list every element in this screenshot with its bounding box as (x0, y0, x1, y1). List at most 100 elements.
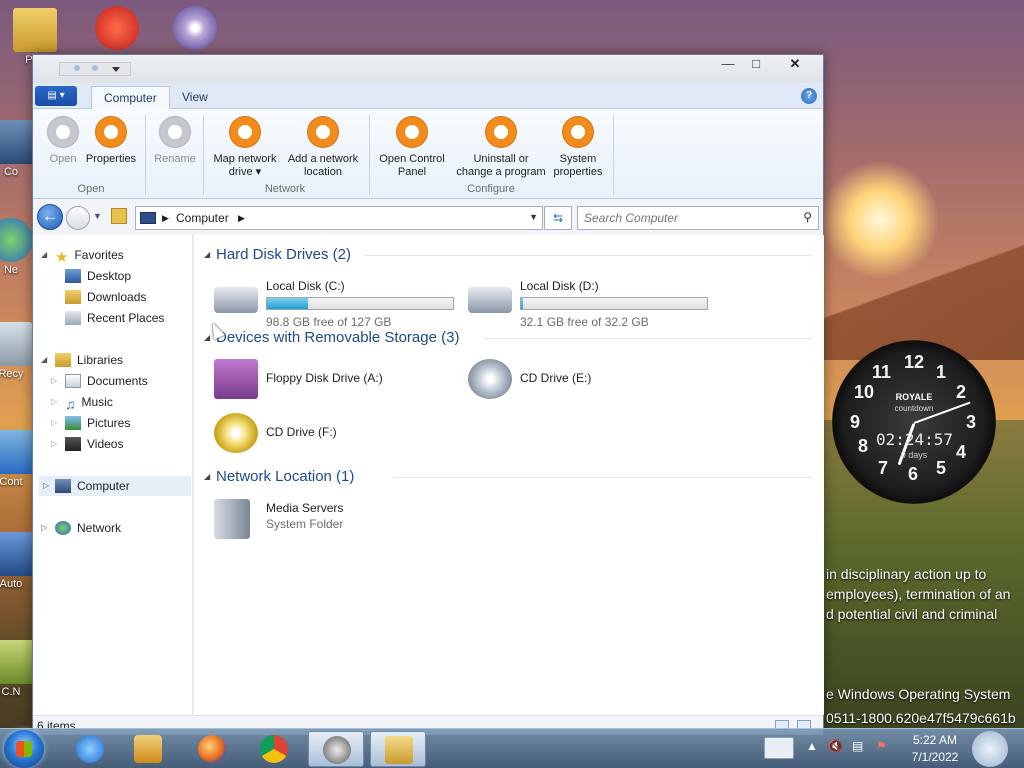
document-icon (0, 640, 33, 684)
recent-locations-icon[interactable]: ▼ (93, 211, 102, 221)
forward-button[interactable] (66, 206, 90, 230)
maximize-button[interactable]: □ (743, 55, 769, 75)
system-properties-button[interactable]: System properties (549, 117, 607, 179)
back-button[interactable]: ← (37, 204, 63, 230)
clock-numeral: 1 (936, 362, 947, 382)
search-box[interactable]: ⚲ (577, 206, 819, 230)
file-menu-button[interactable]: ▤ ▾ (35, 86, 77, 106)
action-center-icon[interactable]: ⚑ (876, 739, 887, 753)
firefox-icon (198, 735, 226, 763)
collapse-arrow-icon[interactable]: ◢ (41, 245, 47, 265)
nav-videos[interactable]: ▷ Videos (51, 434, 123, 454)
hard-drive-icon (468, 287, 512, 313)
address-bar[interactable]: ▶ Computer ▶ ▼ (135, 206, 543, 230)
expand-arrow-icon[interactable]: ▷ (51, 413, 57, 433)
qat-item-icon[interactable] (74, 65, 80, 71)
ribbon-group-network-label: Network (264, 183, 306, 195)
nav-libraries[interactable]: ◢ Libraries (41, 350, 123, 370)
expand-arrow-icon[interactable]: ▷ (51, 434, 57, 454)
add-network-location-button[interactable]: Add a network location (283, 117, 363, 179)
network-status-icon[interactable]: ▤ (852, 739, 863, 753)
open-icon (48, 117, 78, 147)
wallpaper-text-line: d potential civil and criminal (826, 606, 998, 622)
breadcrumb-arrow-icon[interactable]: ▶ (162, 213, 169, 224)
properties-button[interactable]: Properties (83, 117, 139, 166)
refresh-button[interactable]: ⇆ (544, 206, 572, 230)
desktop-icon-ccleaner[interactable] (82, 6, 152, 52)
nav-music[interactable]: ▷ ♫ Music (51, 392, 113, 412)
nav-recent-places[interactable]: Recent Places (65, 308, 164, 328)
collapse-arrow-icon[interactable]: ◢ (204, 333, 210, 342)
breadcrumb-computer[interactable]: Computer (176, 211, 229, 225)
tab-computer[interactable]: Computer (91, 86, 170, 109)
open-button[interactable]: Open (41, 117, 85, 166)
group-header-removable-storage[interactable]: ◢ Devices with Removable Storage (3) (204, 329, 459, 346)
start-button[interactable] (4, 730, 44, 768)
group-header-network-location[interactable]: ◢ Network Location (1) (204, 468, 354, 485)
group-header-hard-disk-drives[interactable]: ◢ Hard Disk Drives (2) (204, 246, 351, 263)
ribbon: Open Properties Open Rename Map network … (33, 109, 823, 199)
expand-arrow-icon[interactable]: ▷ (51, 392, 57, 412)
nav-desktop[interactable]: Desktop (65, 266, 131, 286)
expand-arrow-icon[interactable]: ▷ (51, 371, 57, 391)
taskbar-firefox[interactable] (184, 731, 240, 767)
collapse-arrow-icon[interactable]: ◢ (41, 350, 47, 370)
minimize-button[interactable]: — (715, 55, 741, 75)
drive-local-disk-d[interactable]: Local Disk (D:) 32.1 GB free of 32.2 GB (468, 279, 718, 329)
map-network-drive-button[interactable]: Map network drive ▾ (207, 117, 283, 179)
raccoon-app-icon (323, 736, 351, 764)
drive-local-disk-c[interactable]: Local Disk (C:) 98.8 GB free of 127 GB (214, 279, 464, 329)
tab-view[interactable]: View (170, 86, 220, 109)
qat-dropdown-icon[interactable] (112, 67, 120, 72)
nav-downloads[interactable]: Downloads (65, 287, 146, 307)
add-network-location-label2: location (304, 166, 342, 178)
volume-muted-icon[interactable]: 🔇 (828, 739, 843, 753)
help-icon[interactable]: ? (801, 88, 817, 104)
open-control-panel-button[interactable]: Open Control Panel (373, 117, 451, 179)
rename-button[interactable]: Rename (149, 117, 201, 166)
drive-cd-f[interactable]: CD Drive (F:) (214, 413, 464, 457)
documents-icon (65, 374, 81, 388)
clock-countdown-time: 02:24:57 (876, 430, 954, 449)
breadcrumb-arrow-icon[interactable]: ▶ (238, 213, 245, 224)
drive-floppy-a[interactable]: Floppy Disk Drive (A:) (214, 359, 464, 403)
collapse-arrow-icon[interactable]: ◢ (204, 250, 210, 259)
nav-documents[interactable]: ▷ Documents (51, 371, 148, 391)
quick-access-toolbar[interactable] (59, 62, 131, 76)
nav-network[interactable]: ▷ Network (41, 518, 121, 538)
search-input[interactable] (584, 208, 794, 228)
taskbar-internet-explorer[interactable] (62, 731, 118, 767)
drive-cd-e[interactable]: CD Drive (E:) (468, 359, 718, 403)
collapse-arrow-icon[interactable]: ◢ (204, 472, 210, 481)
taskbar-windows-explorer[interactable] (370, 731, 426, 767)
close-button[interactable]: ✕ (771, 55, 819, 75)
qat-item-icon[interactable] (92, 65, 98, 71)
clock-numeral: 11 (872, 362, 892, 382)
expand-arrow-icon[interactable]: ▷ (43, 476, 49, 496)
pen-input-icon[interactable] (764, 737, 794, 759)
search-icon[interactable]: ⚲ (803, 210, 812, 224)
media-servers-type: System Folder (266, 517, 344, 531)
taskbar-clock[interactable]: 5:22 AM 7/1/2022 (904, 732, 966, 766)
show-hidden-icons-button[interactable]: ▲ (806, 739, 818, 753)
taskbar-media-center[interactable] (120, 731, 176, 767)
taskbar-raccoon-app[interactable] (308, 731, 364, 767)
clock-gadget[interactable]: 12 1 2 3 4 5 6 7 8 9 10 11 ROYALE countd… (832, 340, 996, 504)
user-avatar-icon[interactable] (972, 731, 1008, 767)
uninstall-program-button[interactable]: Uninstall or change a program (451, 117, 551, 179)
music-icon: ♫ (65, 396, 76, 412)
ribbon-group-configure-label: Configure (467, 183, 515, 195)
desktop-icon-disc[interactable] (160, 6, 230, 52)
network-icon (55, 521, 71, 535)
nav-favorites[interactable]: ◢ ★ Favorites (41, 245, 124, 266)
media-servers-item[interactable]: Media Servers System Folder (214, 499, 464, 543)
expand-arrow-icon[interactable]: ▷ (41, 518, 47, 538)
address-dropdown-icon[interactable]: ▼ (529, 212, 538, 222)
taskbar-chrome[interactable] (246, 731, 302, 767)
desktop-icon-label: Ne (3, 264, 19, 276)
title-bar[interactable]: — □ ✕ (33, 55, 823, 83)
up-folder-icon[interactable] (111, 208, 127, 224)
nav-computer[interactable]: ▷ Computer (39, 476, 191, 496)
nav-pictures[interactable]: ▷ Pictures (51, 413, 130, 433)
star-icon: ★ (55, 249, 69, 266)
